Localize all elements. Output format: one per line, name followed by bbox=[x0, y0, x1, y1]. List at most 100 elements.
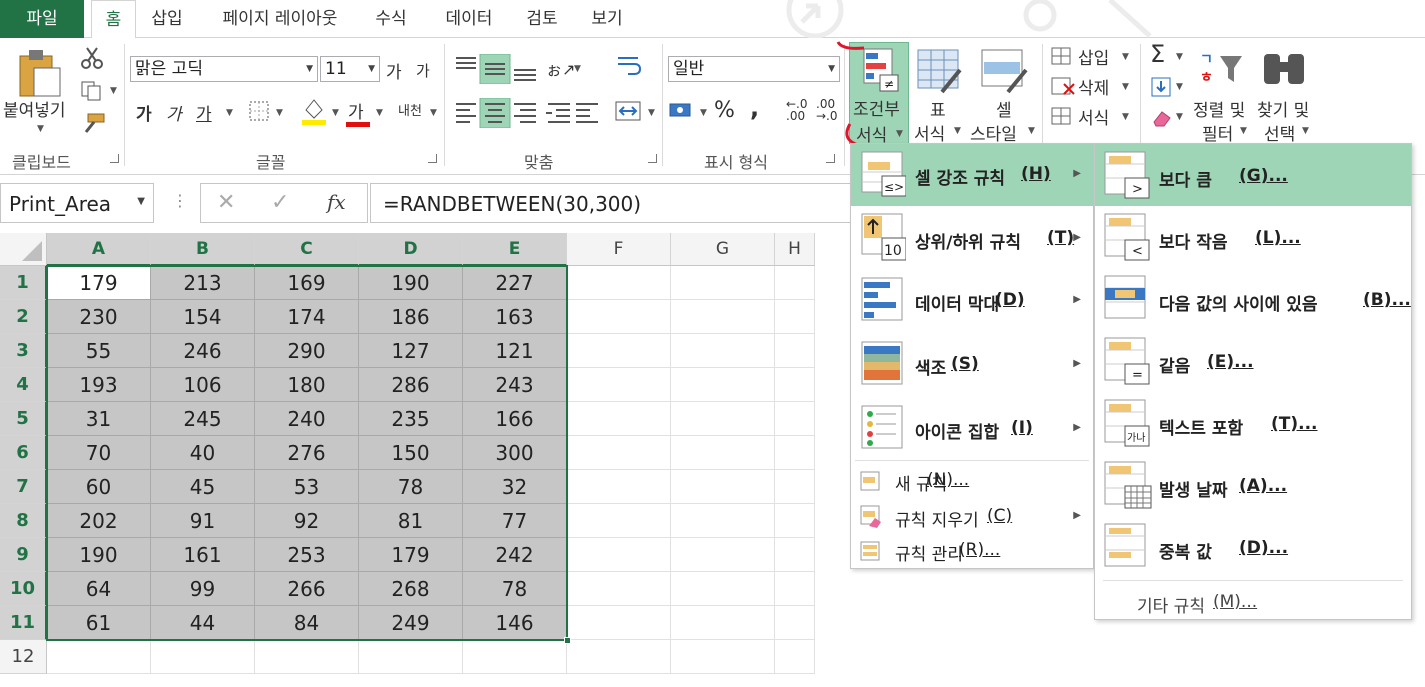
table-cell[interactable]: 286 bbox=[359, 368, 463, 402]
delete-cells-label[interactable]: 삭제 bbox=[1078, 74, 1109, 99]
empty-cell[interactable] bbox=[567, 436, 671, 470]
empty-cell[interactable] bbox=[671, 266, 775, 300]
table-cell[interactable]: 190 bbox=[47, 538, 151, 572]
empty-cell[interactable] bbox=[671, 538, 775, 572]
sort-filter-icon[interactable]: ㄱ ㅎ bbox=[1200, 48, 1246, 88]
empty-cell[interactable] bbox=[671, 640, 775, 674]
row-header[interactable]: 3 bbox=[0, 334, 47, 368]
accounting-format-icon[interactable] bbox=[668, 100, 698, 124]
table-cell[interactable]: 55 bbox=[47, 334, 151, 368]
table-cell[interactable]: 106 bbox=[151, 368, 255, 402]
table-cell[interactable]: 266 bbox=[255, 572, 359, 606]
menu-item-icon-sets[interactable]: 아이콘 집합 (I) ▶ bbox=[851, 398, 1093, 460]
table-cell[interactable]: 99 bbox=[151, 572, 255, 606]
fill-down-icon[interactable] bbox=[1150, 76, 1172, 98]
empty-cell[interactable] bbox=[463, 640, 567, 674]
menu-item-top-bottom-rules[interactable]: 10 상위/하위 규칙 (T) ▶ bbox=[851, 206, 1093, 268]
cell-styles-label-2[interactable]: 스타일 bbox=[970, 120, 1017, 145]
table-cell[interactable]: 154 bbox=[151, 300, 255, 334]
row-header[interactable]: 7 bbox=[0, 470, 47, 504]
table-cell[interactable]: 227 bbox=[463, 266, 567, 300]
row-header[interactable]: 6 bbox=[0, 436, 47, 470]
fill-dropdown-icon[interactable]: ▼ bbox=[1176, 82, 1183, 92]
empty-cell[interactable] bbox=[567, 538, 671, 572]
table-cell[interactable]: 70 bbox=[47, 436, 151, 470]
column-header[interactable]: B bbox=[151, 233, 255, 266]
menu-item-less-than[interactable]: < 보다 작음 (L)... bbox=[1095, 206, 1411, 268]
menu-item-duplicate-values[interactable]: 중복 값 (D)... bbox=[1095, 516, 1411, 578]
tab-insert[interactable]: 삽입 bbox=[142, 0, 192, 38]
cancel-icon[interactable]: ✕ bbox=[217, 190, 235, 215]
table-cell[interactable]: 213 bbox=[151, 266, 255, 300]
alignment-launcher-icon[interactable] bbox=[648, 154, 657, 163]
table-cell[interactable]: 180 bbox=[255, 368, 359, 402]
empty-cell[interactable] bbox=[255, 640, 359, 674]
number-format-combo[interactable]: 일반 ▼ bbox=[668, 56, 840, 82]
table-cell[interactable]: 163 bbox=[463, 300, 567, 334]
clipboard-launcher-icon[interactable] bbox=[110, 154, 119, 163]
row-header[interactable]: 9 bbox=[0, 538, 47, 572]
empty-cell[interactable] bbox=[567, 334, 671, 368]
clear-eraser-icon[interactable] bbox=[1150, 106, 1174, 128]
copy-dropdown-icon[interactable]: ▼ bbox=[110, 86, 117, 96]
table-cell[interactable]: 235 bbox=[359, 402, 463, 436]
table-cell[interactable]: 300 bbox=[463, 436, 567, 470]
table-cell[interactable]: 253 bbox=[255, 538, 359, 572]
empty-cell[interactable] bbox=[671, 606, 775, 640]
table-cell[interactable]: 166 bbox=[463, 402, 567, 436]
table-cell[interactable]: 174 bbox=[255, 300, 359, 334]
bold-button[interactable]: 가 bbox=[136, 100, 152, 125]
empty-cell[interactable] bbox=[671, 300, 775, 334]
empty-cell[interactable] bbox=[151, 640, 255, 674]
empty-cell[interactable] bbox=[671, 504, 775, 538]
orientation-icon[interactable]: ぉ↗ bbox=[546, 56, 575, 80]
format-cells-label[interactable]: 서식 bbox=[1078, 104, 1109, 129]
font-launcher-icon[interactable] bbox=[428, 154, 437, 163]
cut-icon[interactable] bbox=[80, 46, 104, 70]
empty-cell[interactable] bbox=[671, 470, 775, 504]
table-cell[interactable]: 190 bbox=[359, 266, 463, 300]
menu-item-highlight-cell-rules[interactable]: ≤> 셀 강조 규칙 (H) ▶ bbox=[851, 144, 1093, 206]
table-cell[interactable]: 61 bbox=[47, 606, 151, 640]
table-cell[interactable]: 161 bbox=[151, 538, 255, 572]
empty-cell[interactable] bbox=[671, 572, 775, 606]
underline-dropdown-icon[interactable]: ▼ bbox=[226, 108, 233, 118]
menu-item-equal-to[interactable]: = 같음 (E)... bbox=[1095, 330, 1411, 392]
empty-cell[interactable] bbox=[775, 538, 815, 572]
column-header[interactable]: G bbox=[671, 233, 775, 266]
table-cell[interactable]: 40 bbox=[151, 436, 255, 470]
name-box[interactable]: Print_Area ▼ bbox=[0, 183, 154, 223]
table-cell[interactable]: 78 bbox=[463, 572, 567, 606]
autosum-dropdown-icon[interactable]: ▼ bbox=[1176, 52, 1183, 62]
column-header[interactable]: A bbox=[47, 233, 151, 266]
empty-cell[interactable] bbox=[567, 368, 671, 402]
row-header[interactable]: 4 bbox=[0, 368, 47, 402]
table-cell[interactable]: 179 bbox=[47, 266, 151, 300]
table-cell[interactable]: 242 bbox=[463, 538, 567, 572]
tab-review[interactable]: 검토 bbox=[517, 0, 567, 38]
empty-cell[interactable] bbox=[567, 300, 671, 334]
wrap-text-icon[interactable] bbox=[614, 54, 644, 80]
sort-filter-label-2[interactable]: 필터 bbox=[1202, 120, 1233, 145]
table-cell[interactable]: 169 bbox=[255, 266, 359, 300]
empty-cell[interactable] bbox=[775, 504, 815, 538]
format-painter-icon[interactable] bbox=[80, 112, 106, 134]
empty-cell[interactable] bbox=[775, 436, 815, 470]
menu-item-manage-rules[interactable]: 규칙 관리 (R)... bbox=[851, 534, 1093, 568]
sort-filter-label-1[interactable]: 정렬 및 bbox=[1193, 96, 1245, 121]
autosum-button[interactable]: Σ bbox=[1150, 40, 1165, 68]
menu-item-between[interactable]: 다음 값의 사이에 있음 (B)... bbox=[1095, 268, 1411, 330]
empty-cell[interactable] bbox=[567, 504, 671, 538]
empty-cell[interactable] bbox=[775, 368, 815, 402]
horizontal-align-icons[interactable] bbox=[452, 98, 602, 128]
table-cell[interactable]: 276 bbox=[255, 436, 359, 470]
insert-cells-label[interactable]: 삽입 bbox=[1078, 44, 1109, 69]
menu-item-color-scales[interactable]: 색조 (S) ▶ bbox=[851, 334, 1093, 396]
table-cell[interactable]: 44 bbox=[151, 606, 255, 640]
font-name-combo[interactable]: 맑은 고딕 ▼ bbox=[130, 56, 318, 82]
table-cell[interactable]: 32 bbox=[463, 470, 567, 504]
tab-page-layout[interactable]: 페이지 레이아웃 bbox=[205, 0, 355, 38]
accounting-dropdown-icon[interactable]: ▼ bbox=[700, 108, 707, 118]
tab-home[interactable]: 홈 bbox=[91, 0, 136, 39]
empty-cell[interactable] bbox=[671, 436, 775, 470]
